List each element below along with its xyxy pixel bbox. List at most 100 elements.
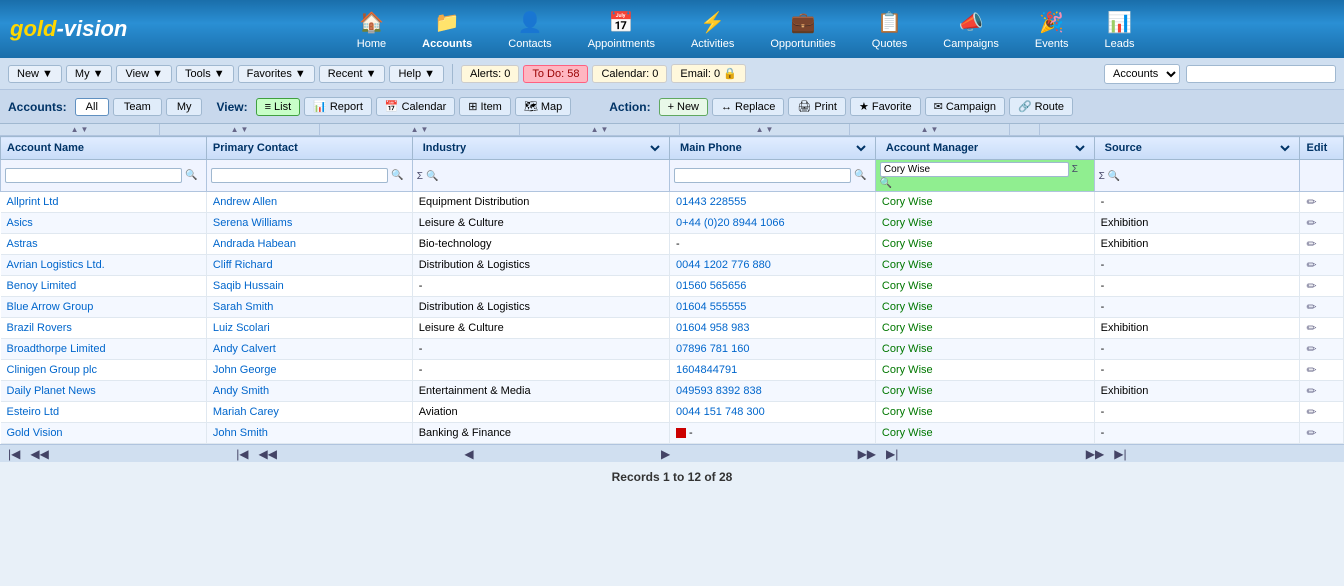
- favorites-button[interactable]: Favorites ▼: [238, 65, 315, 83]
- phone-filter-select[interactable]: Main Phone: [676, 141, 869, 155]
- report-view-button[interactable]: 📊 Report: [304, 97, 372, 116]
- manager-link[interactable]: Cory Wise: [882, 343, 933, 355]
- item-view-button[interactable]: ⊞ Item: [459, 97, 511, 116]
- edit-icon[interactable]: ✏: [1306, 405, 1316, 419]
- pag-first-contact[interactable]: |◀: [232, 447, 252, 461]
- phone-link[interactable]: 049593 8392 838: [676, 385, 762, 397]
- manager-link[interactable]: Cory Wise: [882, 259, 933, 271]
- col-header-source[interactable]: Source: [1094, 137, 1300, 160]
- manager-link[interactable]: Cory Wise: [882, 406, 933, 418]
- filter-manager-input[interactable]: [880, 162, 1069, 177]
- pag-next-phone[interactable]: ▶: [657, 447, 674, 461]
- sort-manager-down[interactable]: [766, 124, 774, 135]
- edit-icon[interactable]: ✏: [1306, 426, 1316, 440]
- sort-phone-down[interactable]: [601, 124, 609, 135]
- my-filter-button[interactable]: My: [166, 98, 203, 116]
- sum-industry-icon[interactable]: Σ: [417, 171, 423, 182]
- new-action-button[interactable]: + New: [659, 98, 708, 116]
- help-button[interactable]: Help ▼: [389, 65, 444, 83]
- alerts-badge[interactable]: Alerts: 0: [461, 65, 519, 83]
- search-category-select[interactable]: Accounts: [1104, 64, 1180, 84]
- phone-link[interactable]: 07896 781 160: [676, 343, 749, 355]
- list-view-button[interactable]: ≡ List: [256, 98, 301, 116]
- contact-name-link[interactable]: Cliff Richard: [213, 259, 273, 271]
- account-name-link[interactable]: Brazil Rovers: [7, 322, 72, 334]
- search-input[interactable]: [1186, 65, 1336, 83]
- campaign-button[interactable]: ✉ Campaign: [925, 97, 1005, 116]
- contact-name-link[interactable]: Andrew Allen: [213, 196, 277, 208]
- filter-account-input[interactable]: [5, 168, 182, 183]
- pag-next-manager[interactable]: ▶▶: [854, 447, 880, 461]
- col-header-phone[interactable]: Main Phone: [670, 137, 876, 160]
- col-header-industry[interactable]: Industry: [412, 137, 669, 160]
- contact-name-link[interactable]: Andy Calvert: [213, 343, 276, 355]
- industry-filter-select[interactable]: Industry: [419, 141, 663, 155]
- phone-link[interactable]: 0044 1202 776 880: [676, 259, 771, 271]
- route-button[interactable]: 🔗 Route: [1009, 97, 1073, 116]
- contact-name-link[interactable]: Luiz Scolari: [213, 322, 270, 334]
- todo-badge[interactable]: To Do: 58: [523, 65, 588, 83]
- account-name-link[interactable]: Broadthorpe Limited: [7, 343, 106, 355]
- account-name-link[interactable]: Esteiro Ltd: [7, 406, 60, 418]
- contact-name-link[interactable]: Sarah Smith: [213, 301, 274, 313]
- sort-account-up[interactable]: [71, 124, 79, 135]
- phone-link[interactable]: 01604 555555: [676, 301, 746, 313]
- phone-link[interactable]: 0+44 (0)20 8944 1066: [676, 217, 785, 229]
- edit-icon[interactable]: ✏: [1306, 237, 1316, 251]
- phone-link[interactable]: 0044 151 748 300: [676, 406, 765, 418]
- filter-contact-input[interactable]: [211, 168, 388, 183]
- contact-name-link[interactable]: Serena Williams: [213, 217, 292, 229]
- nav-home[interactable]: 🏠 Home: [339, 8, 404, 50]
- my-button[interactable]: My ▼: [66, 65, 113, 83]
- pag-last-source[interactable]: ▶|: [1110, 447, 1130, 461]
- contact-name-link[interactable]: Mariah Carey: [213, 406, 279, 418]
- nav-appointments[interactable]: 📅 Appointments: [570, 8, 673, 50]
- account-name-link[interactable]: Blue Arrow Group: [7, 301, 94, 313]
- calendar-badge[interactable]: Calendar: 0: [592, 65, 667, 83]
- filter-phone-input[interactable]: [674, 168, 851, 183]
- sum-source-icon[interactable]: Σ: [1099, 171, 1105, 182]
- view-button[interactable]: View ▼: [116, 65, 172, 83]
- sort-phone-up[interactable]: [591, 124, 599, 135]
- recent-button[interactable]: Recent ▼: [319, 65, 386, 83]
- favorite-button[interactable]: ★ Favorite: [850, 97, 921, 116]
- manager-link[interactable]: Cory Wise: [882, 385, 933, 397]
- manager-link[interactable]: Cory Wise: [882, 280, 933, 292]
- pag-first-account[interactable]: |◀: [4, 447, 24, 461]
- print-button[interactable]: 🖨 Print: [788, 97, 846, 116]
- manager-link[interactable]: Cory Wise: [882, 427, 933, 439]
- sort-contact-up[interactable]: [231, 124, 239, 135]
- edit-icon[interactable]: ✏: [1306, 300, 1316, 314]
- edit-icon[interactable]: ✏: [1306, 216, 1316, 230]
- pag-prev-contact[interactable]: ◀◀: [255, 447, 281, 461]
- phone-link[interactable]: 1604844791: [676, 364, 737, 376]
- account-name-link[interactable]: Gold Vision: [7, 427, 63, 439]
- manager-link[interactable]: Cory Wise: [882, 217, 933, 229]
- nav-activities[interactable]: ⚡ Activities: [673, 8, 752, 50]
- edit-icon[interactable]: ✏: [1306, 321, 1316, 335]
- account-name-link[interactable]: Astras: [7, 238, 38, 250]
- contact-name-link[interactable]: Andy Smith: [213, 385, 269, 397]
- sort-source-up[interactable]: [921, 124, 929, 135]
- search-industry-icon[interactable]: 🔍: [426, 171, 438, 182]
- phone-link[interactable]: 01443 228555: [676, 196, 746, 208]
- edit-icon[interactable]: ✏: [1306, 342, 1316, 356]
- sort-account-down[interactable]: [81, 124, 89, 135]
- phone-link[interactable]: 01560 565656: [676, 280, 746, 292]
- pag-prev-account[interactable]: ◀◀: [26, 447, 52, 461]
- nav-accounts[interactable]: 📁 Accounts: [404, 8, 490, 50]
- nav-campaigns[interactable]: 📣 Campaigns: [925, 8, 1017, 50]
- phone-link[interactable]: 01604 958 983: [676, 322, 749, 334]
- contact-name-link[interactable]: Saqib Hussain: [213, 280, 284, 292]
- manager-link[interactable]: Cory Wise: [882, 196, 933, 208]
- manager-link[interactable]: Cory Wise: [882, 301, 933, 313]
- nav-quotes[interactable]: 📋 Quotes: [854, 8, 925, 50]
- sort-industry-down[interactable]: [421, 124, 429, 135]
- pag-prev-industry[interactable]: ◀: [460, 447, 477, 461]
- edit-icon[interactable]: ✏: [1306, 363, 1316, 377]
- nav-leads[interactable]: 📊 Leads: [1087, 8, 1153, 50]
- sort-source-down[interactable]: [931, 124, 939, 135]
- sum-manager-icon[interactable]: Σ: [1072, 164, 1078, 175]
- search-account-icon[interactable]: 🔍: [185, 170, 197, 181]
- search-contact-icon[interactable]: 🔍: [391, 170, 403, 181]
